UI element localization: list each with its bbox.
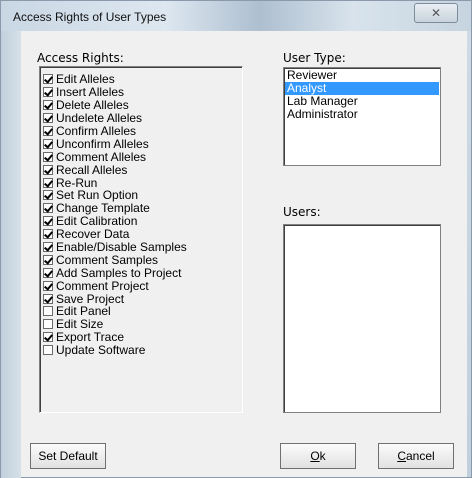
checkbox[interactable] [43,332,53,343]
access-right-label: Insert Alleles [56,85,125,100]
checkbox[interactable] [43,254,53,265]
access-right-item[interactable]: Edit Calibration [43,215,187,228]
access-right-item[interactable]: Recall Alleles [43,163,187,176]
ok-label: Ok [310,449,326,463]
cancel-label: Cancel [397,449,435,463]
access-right-item[interactable]: Delete Alleles [43,99,187,112]
access-right-item[interactable]: Change Template [43,202,187,215]
window-title: Access Rights of User Types [13,10,167,24]
dialog-client-area: Access Rights: Edit Alleles Insert Allele… [21,31,467,477]
access-right-label: Save Project [56,291,125,306]
access-right-label: Recall Alleles [56,162,128,177]
access-right-label: Comment Project [56,278,149,293]
access-right-item[interactable]: Save Project [43,292,187,305]
access-right-label: Set Run Option [56,188,139,203]
close-icon: ✕ [430,6,442,20]
access-right-item[interactable]: Enable/Disable Samples [43,241,187,254]
checkbox[interactable] [43,87,53,98]
access-rights-list: Edit Alleles Insert Alleles Delete Alleles… [43,73,187,357]
access-right-item[interactable]: Recover Data [43,228,187,241]
users-listbox[interactable] [283,224,441,413]
access-right-label: Edit Panel [56,304,111,319]
set-default-label: Set Default [38,449,98,463]
checkbox[interactable] [43,126,53,136]
access-right-label: Change Template [56,201,150,216]
access-right-item[interactable]: Add Samples to Project [43,266,187,279]
checkbox[interactable] [43,242,53,253]
access-right-item[interactable]: Set Run Option [43,189,187,202]
user-type-item[interactable]: Administrator [285,108,439,121]
access-right-item[interactable]: Edit Size [43,318,187,331]
user-type-listbox[interactable]: Reviewer Analyst Lab Manager Administrator [283,67,441,166]
window-border-strip [1,31,21,478]
checkbox[interactable] [43,100,53,111]
access-right-label: Re-Run [56,175,98,190]
access-right-label: Edit Alleles [56,72,115,87]
checkbox[interactable] [43,229,53,240]
access-right-label: Undelete Alleles [56,111,143,126]
users-label: Users: [283,205,321,219]
access-right-label: Enable/Disable Samples [56,240,187,255]
checkbox[interactable] [43,177,53,188]
checkbox[interactable] [43,293,53,304]
checkbox[interactable] [43,74,53,85]
access-right-label: Comment Alleles [56,149,147,164]
checkbox[interactable] [43,280,53,291]
checkbox[interactable] [43,216,53,227]
user-type-label: User Type: [283,51,346,65]
access-right-label: Update Software [56,343,146,358]
access-rights-dialog: Access Rights of User Types ✕ Access Rig… [0,0,472,478]
access-right-item[interactable]: Insert Alleles [43,86,187,99]
access-right-item[interactable]: Export Trace [43,331,187,344]
access-right-item[interactable]: Edit Alleles [43,73,187,86]
access-right-label: Edit Calibration [56,214,138,229]
title-bar[interactable]: Access Rights of User Types ✕ [1,1,471,31]
access-right-label: Delete Alleles [56,98,129,113]
checkbox[interactable] [43,319,53,330]
access-right-item[interactable]: Comment Alleles [43,150,187,163]
close-button[interactable]: ✕ [414,3,458,23]
access-right-item[interactable]: Comment Samples [43,253,187,266]
access-right-item[interactable]: Update Software [43,344,187,357]
access-right-label: Add Samples to Project [56,265,182,280]
set-default-button[interactable]: Set Default [30,443,106,469]
checkbox[interactable] [43,113,53,124]
checkbox[interactable] [43,203,53,214]
checkbox[interactable] [43,345,53,356]
access-right-item[interactable]: Re-Run [43,176,187,189]
checkbox[interactable] [43,138,53,149]
access-right-label: Edit Size [56,317,104,332]
access-rights-label: Access Rights: [37,51,124,65]
access-right-label: Confirm Alleles [56,124,137,138]
checkbox[interactable] [43,164,53,175]
access-right-label: Unconfirm Alleles [56,136,149,151]
checkbox[interactable] [43,151,53,162]
checkbox[interactable] [43,190,53,201]
access-right-label: Comment Samples [56,252,159,267]
checkbox[interactable] [43,267,53,278]
access-right-item[interactable]: Unconfirm Alleles [43,137,187,150]
access-right-label: Recover Data [56,227,130,242]
ok-button[interactable]: Ok [280,443,356,469]
access-right-label: Export Trace [56,330,125,345]
checkbox[interactable] [43,306,53,317]
access-rights-group: Edit Alleles Insert Alleles Delete Alleles… [39,66,243,413]
access-right-item[interactable]: Undelete Alleles [43,112,187,125]
cancel-button[interactable]: Cancel [378,443,454,469]
access-right-item[interactable]: Confirm Alleles [43,125,187,138]
access-right-item[interactable]: Comment Project [43,279,187,292]
access-right-item[interactable]: Edit Panel [43,305,187,318]
